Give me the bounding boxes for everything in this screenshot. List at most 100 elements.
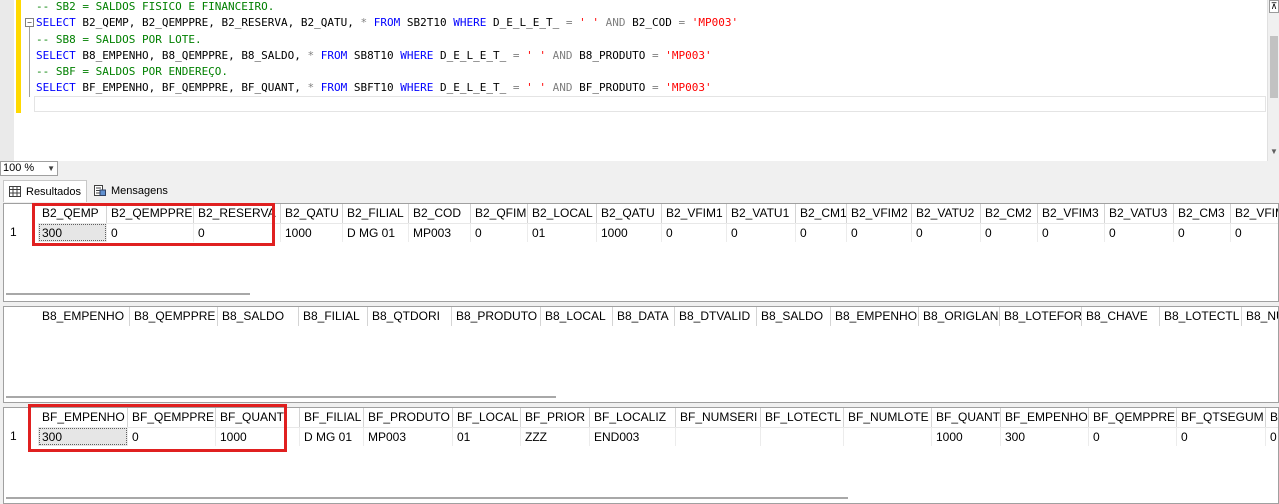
code-line[interactable]: -- SBF = SALDOS POR ENDEREÇO.	[36, 64, 738, 80]
sql-code[interactable]: -- SB2 = SALDOS FISICO E FINANCEIRO. SELE…	[36, 0, 738, 97]
editor-scroll-thumb[interactable]	[1270, 36, 1278, 98]
code-line[interactable]: -- SB2 = SALDOS FISICO E FINANCEIRO.	[36, 0, 738, 15]
column-header[interactable]: B8_PRODUTO	[452, 307, 541, 326]
column-header[interactable]: BF_QEMPPRE	[1089, 408, 1177, 427]
table-cell[interactable]: 0	[471, 223, 528, 242]
table-cell[interactable]: D MG 01	[343, 223, 409, 242]
table-cell[interactable]: 01	[528, 223, 597, 242]
column-header[interactable]: BF_EMPEN2	[1266, 408, 1278, 427]
table-cell[interactable]: 0	[727, 223, 796, 242]
column-header[interactable]: B2_VATU3	[1105, 204, 1174, 223]
zoom-select[interactable]: 100 % ▼	[0, 161, 58, 176]
column-header[interactable]: BF_NUMSERI	[676, 408, 761, 427]
table-cell[interactable]: MP003	[364, 427, 453, 446]
column-header[interactable]: B8_SALDO	[218, 307, 299, 326]
column-header[interactable]: B2_CM1	[796, 204, 847, 223]
column-header[interactable]: BF_LOCALIZ	[590, 408, 676, 427]
table-cell[interactable]: 300	[1001, 427, 1089, 446]
grid-horizontal-scrollbar[interactable]	[6, 497, 848, 499]
grid-horizontal-scrollbar[interactable]	[6, 293, 250, 295]
column-header[interactable]: B2_VFIM2	[847, 204, 912, 223]
table-cell[interactable]	[844, 427, 932, 446]
column-header[interactable]: B8_NUMLOTE	[1242, 307, 1278, 326]
column-header[interactable]: B8_DTVALID	[675, 307, 757, 326]
chevron-down-icon[interactable]: ▼	[47, 162, 55, 175]
column-header[interactable]: B8_LOCAL	[541, 307, 613, 326]
row-number[interactable]: 1	[4, 223, 34, 242]
table-cell[interactable]: MP003	[409, 223, 471, 242]
query-editor[interactable]: − -- SB2 = SALDOS FISICO E FINANCEIRO. SE…	[0, 0, 1279, 161]
table-cell[interactable]: 0	[662, 223, 727, 242]
editor-horizontal-scrollbar[interactable]	[60, 161, 1279, 176]
code-token: 'MP003'	[665, 48, 712, 62]
column-header[interactable]: BF_EMPENHO	[1001, 408, 1089, 427]
table-cell[interactable]: END003	[590, 427, 676, 446]
table-cell[interactable]: 0	[1177, 427, 1266, 446]
table-cell[interactable]: 0	[912, 223, 981, 242]
column-header[interactable]: B2_CM2	[981, 204, 1038, 223]
column-header[interactable]: B2_VFIM3	[1038, 204, 1105, 223]
editor-vertical-scrollbar[interactable]: ⊼ ▼	[1267, 0, 1279, 161]
table-cell[interactable]: 0	[1089, 427, 1177, 446]
table-cell[interactable]: 1000	[281, 223, 343, 242]
column-header[interactable]: B2_VATU2	[912, 204, 981, 223]
column-header[interactable]: B8_ORIGLAN	[919, 307, 1000, 326]
table-cell[interactable]: 01	[453, 427, 521, 446]
code-line[interactable]: -- SB8 = SALDOS POR LOTE.	[36, 32, 738, 48]
table-cell[interactable]: ZZZ	[521, 427, 590, 446]
grid-horizontal-scrollbar[interactable]	[6, 396, 556, 398]
code-line[interactable]: SELECT B8_EMPENHO, B8_QEMPPRE, B8_SALDO,…	[36, 48, 738, 64]
code-line[interactable]: SELECT BF_EMPENHO, BF_QEMPPRE, BF_QUANT,…	[36, 80, 738, 96]
column-header[interactable]: B2_FILIAL	[343, 204, 409, 223]
table-cell[interactable]: 1000	[932, 427, 1001, 446]
column-header[interactable]: B8_FILIAL	[299, 307, 368, 326]
table-cell[interactable]: 0	[847, 223, 912, 242]
collapse-region-icon[interactable]: −	[25, 18, 34, 27]
table-cell[interactable]: 0	[1174, 223, 1231, 242]
table-cell[interactable]: D MG 01	[300, 427, 364, 446]
column-header[interactable]: BF_QTSEGUM	[1177, 408, 1266, 427]
column-header[interactable]: B8_LOTEFOR	[1000, 307, 1082, 326]
column-header[interactable]: BF_PRIOR	[521, 408, 590, 427]
column-header[interactable]: BF_PRODUTO	[364, 408, 453, 427]
table-cell[interactable]: 0	[981, 223, 1038, 242]
column-header[interactable]: B8_QTDORI	[368, 307, 452, 326]
code-line[interactable]: SELECT B2_QEMP, B2_QEMPPRE, B2_RESERVA, …	[36, 15, 738, 31]
column-header[interactable]: BF_FILIAL	[300, 408, 364, 427]
tab-mensagens[interactable]: Mensagens	[89, 180, 173, 202]
column-header[interactable]: BF_QUANT	[932, 408, 1001, 427]
table-cell[interactable]: 0	[1266, 427, 1278, 446]
column-header[interactable]: B8_QEMPPRE	[130, 307, 218, 326]
table-cell[interactable]: 0	[1038, 223, 1105, 242]
column-header[interactable]: B2_COD	[409, 204, 471, 223]
column-header[interactable]: B8_DATA	[613, 307, 675, 326]
column-header[interactable]: B2_LOCAL	[528, 204, 597, 223]
column-header[interactable]: B8_EMPENHO	[831, 307, 919, 326]
column-header[interactable]: B2_VFIM4	[1231, 204, 1278, 223]
table-cell[interactable]: 1000	[597, 223, 662, 242]
table-cell[interactable]: 0	[796, 223, 847, 242]
tab-resultados[interactable]: Resultados	[3, 180, 87, 202]
column-header[interactable]: B8_SALDO	[757, 307, 831, 326]
column-header[interactable]: B2_VATU1	[727, 204, 796, 223]
column-header[interactable]: BF_LOCAL	[453, 408, 521, 427]
column-header[interactable]: B2_VFIM1	[662, 204, 727, 223]
split-editor-icon[interactable]: ⊼	[1269, 0, 1279, 13]
code-token: SELECT	[36, 48, 76, 62]
column-header[interactable]: B8_CHAVE	[1082, 307, 1160, 326]
column-header[interactable]: B8_LOTECTL	[1160, 307, 1242, 326]
column-header[interactable]: B2_CM3	[1174, 204, 1231, 223]
column-header[interactable]: BF_NUMLOTE	[844, 408, 932, 427]
table-cell[interactable]: 0	[1231, 223, 1278, 242]
results-grid-sb8[interactable]: B8_EMPENHO B8_QEMPPRE B8_SALDO B8_FILIAL B8_…	[3, 306, 1279, 403]
table-cell[interactable]	[676, 427, 761, 446]
column-header[interactable]: B8_EMPENHO	[38, 307, 130, 326]
scroll-down-icon[interactable]: ▼	[1270, 147, 1278, 156]
table-cell[interactable]	[761, 427, 844, 446]
column-header[interactable]: B2_QATU	[281, 204, 343, 223]
column-header[interactable]: B2_QFIM	[471, 204, 528, 223]
column-header[interactable]: B2_QATU	[597, 204, 662, 223]
column-header[interactable]: BF_LOTECTL	[761, 408, 844, 427]
table-cell[interactable]: 0	[1105, 223, 1174, 242]
code-token: AND	[552, 81, 573, 95]
